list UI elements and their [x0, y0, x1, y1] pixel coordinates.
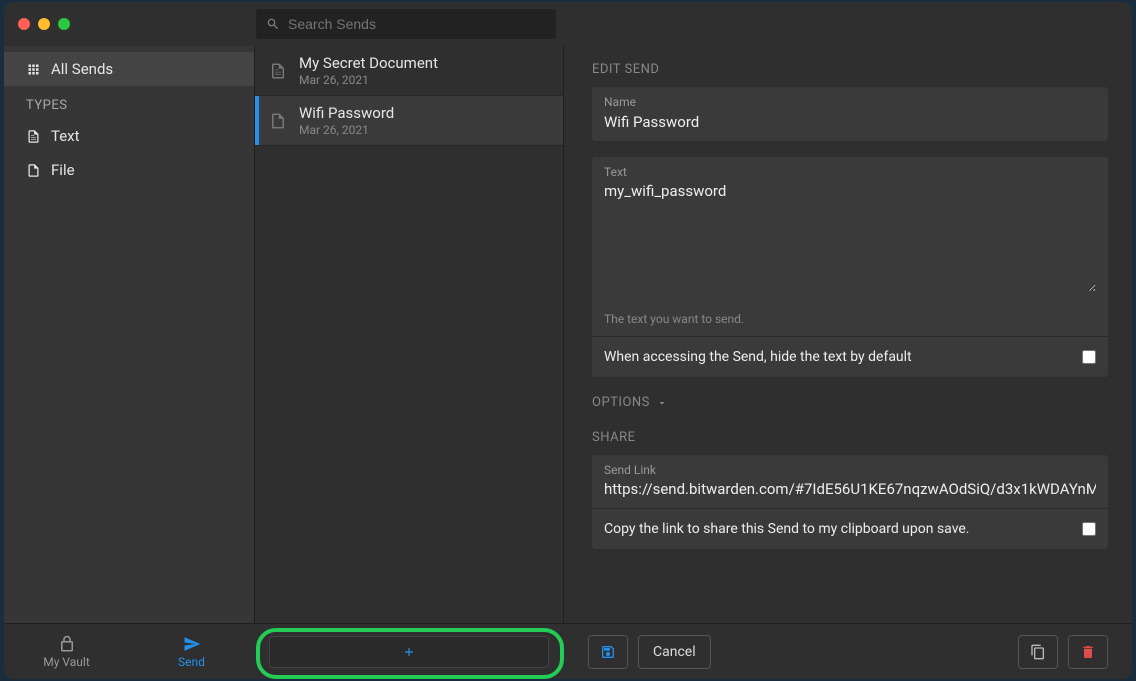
footer: My Vault Send Cancel: [4, 623, 1132, 679]
copy-link-button[interactable]: [1018, 635, 1058, 669]
nav-tab-my-vault[interactable]: My Vault: [4, 624, 129, 679]
detail-pane: EDIT SEND Name Text The text you want to…: [564, 46, 1132, 623]
hide-text-checkbox[interactable]: [1082, 350, 1096, 364]
sidebar-item-label: All Sends: [51, 60, 113, 78]
list-item-title: My Secret Document: [299, 54, 438, 72]
hide-text-row[interactable]: When accessing the Send, hide the text b…: [592, 336, 1108, 377]
text-file-icon: [26, 129, 41, 144]
traffic-lights: [18, 18, 254, 30]
options-label: OPTIONS: [592, 395, 650, 410]
plus-icon: [402, 645, 416, 659]
list-item-text: My Secret Document Mar 26, 2021: [299, 54, 438, 87]
send-icon: [183, 635, 201, 653]
link-value: https://send.bitwarden.com/#7IdE56U1KE67…: [604, 480, 1096, 498]
chevron-down-icon: [656, 397, 668, 409]
sidebar-item-text[interactable]: Text: [4, 119, 254, 153]
text-field-box: Text The text you want to send. When acc…: [592, 157, 1108, 377]
copy-icon: [1030, 644, 1046, 660]
titlebar: [4, 2, 1132, 46]
add-send-button[interactable]: [269, 636, 549, 668]
list-item[interactable]: Wifi Password Mar 26, 2021: [255, 96, 563, 146]
file-icon: [26, 163, 41, 178]
file-icon: [269, 112, 287, 130]
trash-icon: [1080, 644, 1096, 660]
app-window: All Sends TYPES Text File My Secret Docu…: [4, 2, 1132, 679]
list-item-text: Wifi Password Mar 26, 2021: [299, 104, 394, 137]
hide-text-label: When accessing the Send, hide the text b…: [604, 349, 912, 365]
sidebar-types-header: TYPES: [4, 86, 254, 119]
list-item-date: Mar 26, 2021: [299, 73, 438, 87]
grid-icon: [26, 62, 41, 77]
close-window-button[interactable]: [18, 18, 30, 30]
sidebar: All Sends TYPES Text File: [4, 46, 254, 623]
search-input[interactable]: [288, 16, 546, 32]
lock-icon: [58, 635, 76, 653]
share-header: SHARE: [592, 430, 1108, 445]
nav-tab-label: Send: [178, 655, 205, 669]
share-field-box: Send Link https://send.bitwarden.com/#7I…: [592, 455, 1108, 549]
cancel-button[interactable]: Cancel: [638, 635, 711, 669]
footer-actions: Cancel: [564, 624, 1132, 679]
list-item-title: Wifi Password: [299, 104, 394, 122]
copy-on-save-checkbox[interactable]: [1082, 522, 1096, 536]
list-item-date: Mar 26, 2021: [299, 123, 394, 137]
copy-on-save-label: Copy the link to share this Send to my c…: [604, 521, 970, 537]
nav-tab-send[interactable]: Send: [129, 624, 254, 679]
sidebar-item-all-sends[interactable]: All Sends: [4, 52, 254, 86]
sidebar-item-label: File: [51, 161, 75, 179]
sidebar-item-file[interactable]: File: [4, 153, 254, 187]
delete-button[interactable]: [1068, 635, 1108, 669]
list-item[interactable]: My Secret Document Mar 26, 2021: [255, 46, 563, 96]
content-area: All Sends TYPES Text File My Secret Docu…: [4, 46, 1132, 623]
edit-send-header: EDIT SEND: [592, 62, 1108, 77]
text-label: Text: [604, 165, 1096, 179]
text-textarea[interactable]: [604, 182, 1096, 292]
minimize-window-button[interactable]: [38, 18, 50, 30]
nav-tab-label: My Vault: [43, 655, 90, 669]
name-label: Name: [604, 95, 1096, 109]
options-toggle[interactable]: OPTIONS: [592, 395, 1108, 410]
name-field-box: Name: [592, 87, 1108, 141]
maximize-window-button[interactable]: [58, 18, 70, 30]
add-button-area: [254, 624, 564, 679]
save-icon: [600, 644, 616, 660]
send-list: My Secret Document Mar 26, 2021 Wifi Pas…: [254, 46, 564, 623]
copy-on-save-row[interactable]: Copy the link to share this Send to my c…: [592, 508, 1108, 549]
search-icon: [266, 17, 280, 31]
save-button[interactable]: [588, 635, 628, 669]
link-label: Send Link: [604, 463, 1096, 477]
text-file-icon: [269, 62, 287, 80]
name-input[interactable]: [604, 113, 1096, 131]
search-container[interactable]: [256, 9, 556, 39]
text-help: The text you want to send.: [592, 306, 1108, 336]
sidebar-item-label: Text: [51, 127, 80, 145]
cancel-label: Cancel: [653, 644, 696, 660]
